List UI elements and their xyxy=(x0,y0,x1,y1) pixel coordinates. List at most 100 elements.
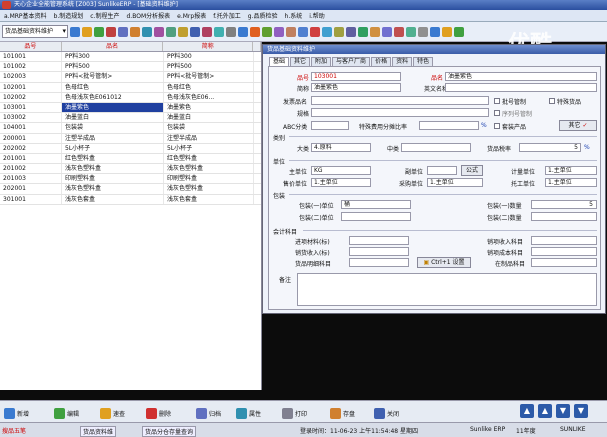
name-field[interactable]: 油墨紫色 xyxy=(445,72,597,81)
toolbar-tool-icon[interactable] xyxy=(82,26,92,37)
item-no-cell[interactable]: 102001 xyxy=(0,82,62,92)
toolbar-tool-icon[interactable] xyxy=(250,26,260,37)
en-name-field[interactable] xyxy=(445,83,597,92)
save-button[interactable]: 存盘 xyxy=(330,406,355,420)
item-no-cell[interactable]: 201001 xyxy=(0,153,62,164)
toolbar-tool-icon[interactable] xyxy=(358,26,368,37)
short-cell[interactable]: PP料<批号管制> xyxy=(164,72,254,82)
big-class-field[interactable]: 4.原料 xyxy=(311,143,371,152)
grid-header-short[interactable]: 简称 xyxy=(163,42,254,51)
table-row[interactable]: 103002 油墨蓝白 油墨蓝白 xyxy=(0,113,261,124)
name-cell[interactable]: 5L小杯子 xyxy=(62,143,164,153)
short-cell[interactable]: 浅灰色塑料盒 xyxy=(164,164,254,174)
price-unit-select[interactable]: 1.主单位 xyxy=(311,178,371,187)
toolbar-tool-icon[interactable] xyxy=(190,26,200,37)
taskbar-tab-stock-query[interactable]: 货品分仓存量查询 xyxy=(142,426,197,437)
acc1-field[interactable] xyxy=(349,236,409,245)
item-no-cell[interactable]: 201003 xyxy=(0,174,62,184)
item-no-cell[interactable]: 202002 xyxy=(0,143,62,153)
tax-rate-field[interactable]: 5 xyxy=(519,143,581,152)
short-cell[interactable]: 色母浅灰色E06... xyxy=(164,92,254,102)
formula-button[interactable]: 公式 xyxy=(461,165,483,176)
toolbar-tool-icon[interactable] xyxy=(370,26,380,37)
menu-outsource[interactable]: f.托外加工 xyxy=(213,11,241,20)
print-button[interactable]: 打印 xyxy=(282,406,307,420)
pack1-qty-field[interactable]: 5 xyxy=(531,200,597,209)
toolbar-tool-icon[interactable] xyxy=(118,26,128,37)
toolbar-tool-icon[interactable] xyxy=(106,26,116,37)
acc3-field[interactable] xyxy=(349,258,409,267)
nav-last-icon[interactable]: ▼ xyxy=(574,404,588,418)
outsource-unit-select[interactable]: 1.主单位 xyxy=(545,178,597,187)
toolbar-tool-icon[interactable] xyxy=(418,26,428,37)
grid-header-name[interactable]: 品名 xyxy=(62,42,164,51)
menu-bom[interactable]: d.BOM分析报表 xyxy=(127,11,171,20)
short-cell[interactable]: 浅灰色套盒 xyxy=(164,194,254,204)
short-cell[interactable]: PP料500 xyxy=(164,62,254,72)
special-item-checkbox[interactable] xyxy=(549,98,555,104)
toolbar-tool-icon[interactable] xyxy=(94,26,104,37)
item-no-cell[interactable]: 301001 xyxy=(0,194,62,204)
item-no-cell[interactable]: 101002 xyxy=(0,62,62,72)
tab-basic[interactable]: 基础 xyxy=(269,57,290,66)
grid-header-extra[interactable] xyxy=(253,42,261,51)
other-button[interactable]: 其它 ✓ xyxy=(559,120,597,131)
menu-mrp[interactable]: a.MRP基本资料 xyxy=(4,11,47,20)
toolbar-tool-icon[interactable] xyxy=(214,26,224,37)
abc-select[interactable] xyxy=(311,121,349,130)
toolbar-tool-icon[interactable] xyxy=(430,26,440,37)
table-row[interactable]: 101001 PP料300 PP料300 xyxy=(0,52,261,63)
ime-indicator[interactable]: 搜品五笔 xyxy=(2,426,26,435)
batch-control-checkbox[interactable] xyxy=(494,98,500,104)
table-row[interactable]: 201003 印刷塑料盒 印刷塑料盒 xyxy=(0,174,261,185)
short-cell[interactable]: 油墨蓝白 xyxy=(164,113,254,123)
name-cell[interactable]: 色母红色 xyxy=(62,82,164,92)
calc-unit-select[interactable]: 1.主单位 xyxy=(545,166,597,175)
short-cell[interactable]: 红色塑料盒 xyxy=(164,153,254,164)
nav-first-icon[interactable]: ▲ xyxy=(520,404,534,418)
grid-header-item-no[interactable]: 品号 xyxy=(0,42,62,51)
name-cell[interactable]: PP料300 xyxy=(62,52,164,62)
name-cell[interactable]: 包装袋 xyxy=(62,123,164,133)
name-cell[interactable]: 浅灰色套盒 xyxy=(62,194,164,204)
serial-control-checkbox[interactable] xyxy=(494,110,500,116)
short-cell[interactable]: 包装袋 xyxy=(164,123,254,133)
spec-field[interactable] xyxy=(311,108,489,117)
property-button[interactable]: 属性 xyxy=(236,406,261,420)
module-select[interactable]: 货品基础资料维护 xyxy=(2,25,68,38)
mid-class-field[interactable] xyxy=(401,143,471,152)
toolbar-tool-icon[interactable] xyxy=(406,26,416,37)
quick-search-button[interactable]: 速查 xyxy=(100,406,125,420)
short-cell[interactable]: 浅灰色塑料盒 xyxy=(164,184,254,194)
name-cell[interactable]: 浅灰色塑料盒 xyxy=(62,184,164,194)
short-cell[interactable]: 5L小杯子 xyxy=(164,143,254,153)
acc4-field[interactable] xyxy=(531,236,597,245)
toolbar-tool-icon[interactable] xyxy=(346,26,356,37)
toolbar-tool-icon[interactable] xyxy=(70,26,80,37)
toolbar-tool-icon[interactable] xyxy=(382,26,392,37)
item-no-cell[interactable]: 104001 xyxy=(0,123,62,133)
main-unit-field[interactable]: KG xyxy=(311,166,371,175)
sub-unit-field[interactable] xyxy=(427,166,457,175)
toolbar-tool-icon[interactable] xyxy=(310,26,320,37)
tab-data[interactable]: 资料 xyxy=(392,57,413,66)
toolbar-tool-icon[interactable] xyxy=(442,26,452,37)
table-row[interactable]: 102001 色母红色 色母红色 xyxy=(0,82,261,93)
menu-system[interactable]: h.系统 xyxy=(285,11,303,20)
tab-price[interactable]: 价格 xyxy=(371,57,392,66)
item-no-cell[interactable]: 103002 xyxy=(0,113,62,123)
item-no-cell[interactable]: 101001 xyxy=(0,52,62,62)
tab-extra[interactable]: 附加 xyxy=(311,57,332,66)
acc6-field[interactable] xyxy=(531,258,597,267)
acc2-field[interactable] xyxy=(349,247,409,256)
name-cell[interactable]: 印刷塑料盒 xyxy=(62,174,164,184)
name-cell[interactable]: 油墨紫色 xyxy=(62,102,164,113)
toolbar-tool-icon[interactable] xyxy=(202,26,212,37)
table-row[interactable]: 201002 浅灰色塑料盒 浅灰色塑料盒 xyxy=(0,164,261,175)
table-row[interactable]: 201001 红色塑料盒 红色塑料盒 xyxy=(0,153,261,165)
name-cell[interactable]: 油墨蓝白 xyxy=(62,113,164,123)
menu-mrp-report[interactable]: e.Mrp报表 xyxy=(177,11,206,20)
table-row[interactable]: 103001 油墨紫色 油墨紫色 xyxy=(0,102,261,114)
kit-product-checkbox[interactable] xyxy=(494,123,500,129)
menu-help[interactable]: i.帮助 xyxy=(309,11,325,20)
